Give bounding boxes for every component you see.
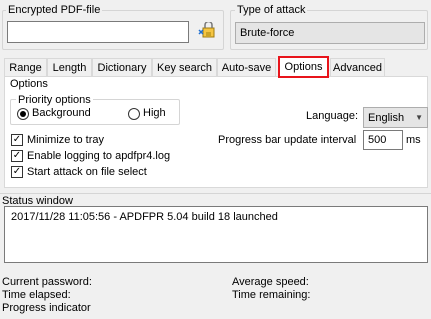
encrypted-file-label: Encrypted PDF-file — [6, 4, 103, 16]
priority-background-label: Background — [32, 107, 91, 119]
tab-auto-save[interactable]: Auto-save — [217, 58, 276, 77]
progress-indicator-label: Progress indicator — [2, 302, 91, 314]
attack-type-value: Brute-force — [240, 27, 295, 39]
priority-high-label: High — [143, 107, 166, 119]
status-log[interactable]: 2017/11/28 11:05:56 - APDFPR 5.04 build … — [4, 206, 428, 263]
language-value: English — [368, 112, 405, 124]
minimize-tray-label: Minimize to tray — [27, 134, 105, 146]
start-attack-label: Start attack on file select — [27, 166, 147, 178]
enable-logging-checkbox[interactable]: ✓ — [11, 150, 23, 162]
minimize-tray-checkbox[interactable]: ✓ — [11, 134, 23, 146]
priority-high-radio[interactable] — [128, 108, 140, 120]
tab-advanced[interactable]: Advanced — [330, 58, 385, 77]
status-divider — [0, 193, 431, 194]
attack-type-select[interactable]: Brute-force — [235, 22, 425, 44]
tab-options[interactable]: Options — [278, 56, 329, 78]
language-select[interactable]: English ▼ — [363, 107, 428, 128]
encrypted-file-input[interactable] — [7, 21, 189, 43]
tab-dictionary[interactable]: Dictionary — [92, 58, 152, 77]
current-password-label: Current password: — [2, 276, 92, 288]
start-attack-checkbox[interactable]: ✓ — [11, 166, 23, 178]
priority-background-radio[interactable] — [17, 108, 29, 120]
progress-interval-input[interactable]: 500 — [363, 130, 403, 150]
priority-options-label: Priority options — [16, 94, 93, 106]
attack-type-label: Type of attack — [235, 4, 308, 16]
tab-length[interactable]: Length — [47, 58, 92, 77]
average-speed-label: Average speed: — [232, 276, 309, 288]
language-label: Language: — [306, 110, 358, 122]
time-elapsed-label: Time elapsed: — [2, 289, 71, 301]
tab-key-search[interactable]: Key search — [152, 58, 217, 77]
open-file-icon[interactable] — [197, 20, 217, 42]
options-title: Options — [10, 78, 48, 90]
tab-range[interactable]: Range — [4, 58, 47, 77]
enable-logging-label: Enable logging to apdfpr4.log — [27, 150, 171, 162]
progress-interval-unit: ms — [406, 134, 421, 146]
status-log-line: 2017/11/28 11:05:56 - APDFPR 5.04 build … — [11, 211, 278, 223]
time-remaining-label: Time remaining: — [232, 289, 311, 301]
progress-interval-label: Progress bar update interval — [218, 134, 357, 146]
chevron-down-icon: ▼ — [415, 113, 423, 122]
